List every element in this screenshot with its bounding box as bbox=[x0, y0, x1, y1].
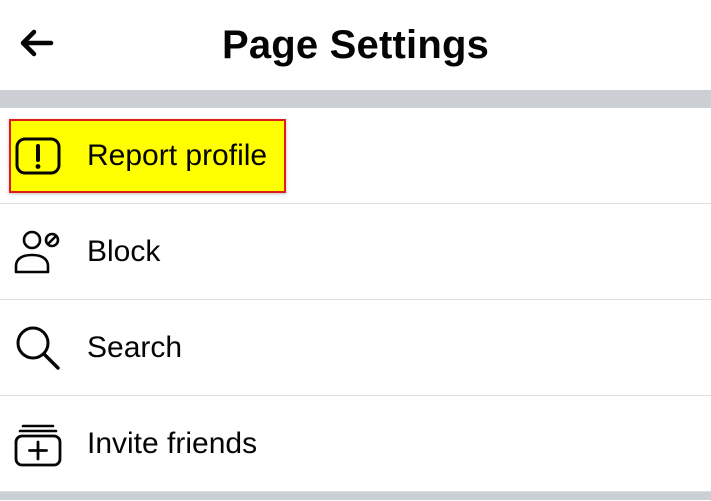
section-divider-bottom bbox=[0, 492, 711, 500]
exclamation-box-icon bbox=[12, 130, 64, 182]
menu-item-label: Search bbox=[87, 330, 183, 364]
settings-menu: Report profile Block Search Invite frien… bbox=[0, 108, 711, 492]
section-divider bbox=[0, 90, 711, 108]
menu-item-label: Report profile bbox=[87, 138, 268, 172]
person-block-icon bbox=[12, 226, 64, 278]
menu-item-label: Block bbox=[87, 234, 161, 268]
menu-item-report-profile[interactable]: Report profile bbox=[0, 108, 711, 204]
search-icon bbox=[12, 322, 64, 374]
invite-add-icon bbox=[12, 418, 64, 470]
header-bar: Page Settings bbox=[0, 0, 711, 90]
menu-item-block[interactable]: Block bbox=[0, 204, 711, 300]
menu-item-label: Invite friends bbox=[87, 426, 258, 460]
menu-item-search[interactable]: Search bbox=[0, 300, 711, 396]
menu-item-invite-friends[interactable]: Invite friends bbox=[0, 396, 711, 492]
page-title: Page Settings bbox=[221, 23, 490, 67]
